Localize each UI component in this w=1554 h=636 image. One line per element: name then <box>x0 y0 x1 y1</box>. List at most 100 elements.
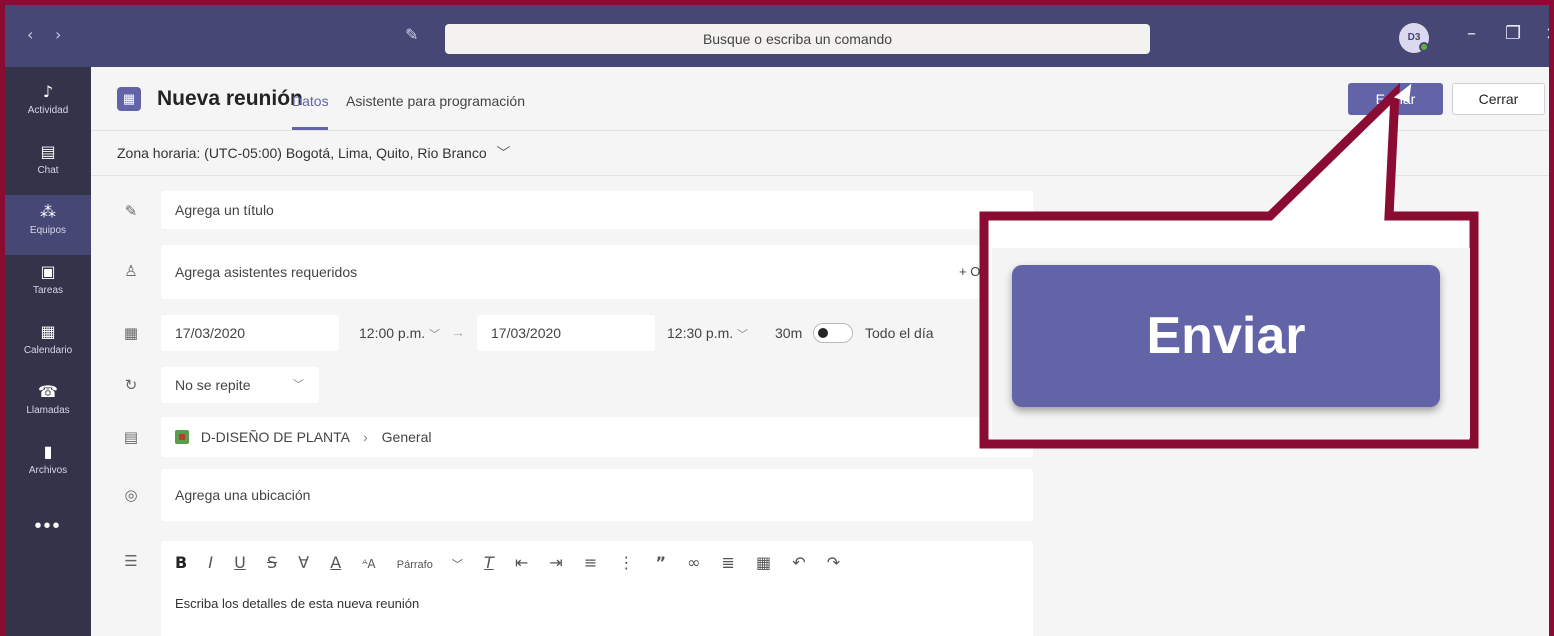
details-icon: ☰ <box>124 552 138 570</box>
add-person-icon: ♙ <box>124 262 138 280</box>
channel-select[interactable]: D-DISEÑO DE PLANTA › General <box>161 417 1033 457</box>
pencil-icon: ✎ <box>124 202 138 220</box>
page-title: Nueva reunión <box>157 87 303 110</box>
bell-icon: ♪ <box>42 82 54 101</box>
indent-icon[interactable]: ⇥ <box>549 553 562 572</box>
link-icon[interactable]: ∞ <box>687 553 700 572</box>
rail-item-files[interactable]: ▮ Archivos <box>5 435 91 495</box>
presence-status-icon <box>1419 42 1429 52</box>
attendees-placeholder: Agrega asistentes requeridos <box>175 264 358 280</box>
highlight-icon[interactable]: ∀ <box>298 553 309 572</box>
start-time-select[interactable]: 12:00 p.m. ﹀ <box>359 325 440 342</box>
details-placeholder: Escriba los detalles de esta nueva reuni… <box>175 596 420 611</box>
search-input[interactable]: Busque o escriba un comando <box>445 24 1150 54</box>
location-icon: ◎ <box>124 486 138 504</box>
title-bar: ‹ › ✎ Busque o escriba un comando D3 – ❐… <box>5 5 1549 67</box>
toggle-knob <box>818 328 828 338</box>
rail-item-activity[interactable]: ♪ Actividad <box>5 75 91 135</box>
rail-item-calls[interactable]: ☎ Llamadas <box>5 375 91 435</box>
meeting-form-pane: ▦ Nueva reunión Datos Asistente para pro… <box>91 67 1549 636</box>
duration-label: 30m <box>775 325 803 341</box>
location-input[interactable]: Agrega una ubicación <box>161 469 1033 521</box>
rail-label: Llamadas <box>26 405 70 416</box>
chevron-down-icon: ﹀ <box>293 379 304 391</box>
paragraph-select[interactable]: Párrafo ﹀ <box>397 556 463 572</box>
font-size-icon[interactable]: ᴬA <box>362 557 375 571</box>
rail-item-calendar[interactable]: ▦ Calendario <box>5 315 91 375</box>
rail-item-teams[interactable]: ⁂ Equipos <box>5 195 91 255</box>
title-input[interactable]: Agrega un título <box>161 191 1033 229</box>
rail-label: Actividad <box>27 105 69 116</box>
chevron-down-icon: ﹀ <box>429 329 441 341</box>
strikethrough-icon[interactable]: S <box>267 553 277 572</box>
clear-format-icon[interactable]: T <box>484 553 494 572</box>
tab-scheduling-assistant[interactable]: Asistente para programación <box>346 93 525 109</box>
file-icon: ▮ <box>43 442 53 461</box>
chevron-down-icon: ﹀ <box>737 329 749 341</box>
calendar-icon: ▦ <box>40 322 56 341</box>
tasks-icon: ▣ <box>40 262 56 281</box>
meeting-header: ▦ Nueva reunión Datos Asistente para pro… <box>91 67 1549 131</box>
app-window: ‹ › ✎ Busque o escriba un comando D3 – ❐… <box>0 0 1554 636</box>
font-color-icon[interactable]: A <box>330 553 341 572</box>
repeat-value: No se repite <box>175 377 251 393</box>
all-day-toggle[interactable] <box>813 323 853 343</box>
send-button[interactable]: Enviar <box>1348 83 1443 115</box>
rail-label: Equipos <box>29 225 67 236</box>
all-day-label: Todo el día <box>865 325 934 341</box>
redo-icon[interactable]: ↷ <box>827 553 840 572</box>
rail-item-tasks[interactable]: ▣ Tareas <box>5 255 91 315</box>
underline-icon[interactable]: U <box>234 553 246 572</box>
tab-datos[interactable]: Datos <box>292 93 329 109</box>
paragraph-label: Párrafo <box>396 559 433 571</box>
table-icon[interactable]: ▦ <box>756 553 771 572</box>
more-apps-icon[interactable]: ••• <box>5 515 91 538</box>
timezone-select[interactable]: Zona horaria: (UTC-05:00) Bogotá, Lima, … <box>117 143 511 163</box>
quote-icon[interactable]: ” <box>655 553 666 572</box>
attendees-input[interactable]: Agrega asistentes requeridos + Op <box>161 245 1033 299</box>
calendar-icon: ▦ <box>123 324 139 342</box>
channel-icon: ▤ <box>123 428 139 446</box>
timezone-label: Zona horaria: (UTC-05:00) Bogotá, Lima, … <box>117 145 487 161</box>
optional-attendees-link[interactable]: + Op <box>959 245 988 299</box>
maximize-icon[interactable]: ❐ <box>1505 23 1521 44</box>
compose-icon[interactable]: ✎ <box>405 25 418 44</box>
rail-item-chat[interactable]: ▤ Chat <box>5 135 91 195</box>
horizontal-rule-icon[interactable]: ≣ <box>721 553 734 572</box>
meeting-icon: ▦ <box>117 87 141 111</box>
repeat-icon: ↻ <box>124 376 138 394</box>
chat-icon: ▤ <box>40 142 56 161</box>
undo-icon[interactable]: ↶ <box>792 553 805 572</box>
close-window-icon[interactable]: × <box>1545 23 1549 44</box>
close-button[interactable]: Cerrar <box>1452 83 1545 115</box>
bold-icon[interactable]: B <box>175 553 187 572</box>
chevron-right-icon: › <box>363 429 368 445</box>
details-editor[interactable]: B I U S ∀ A ᴬA Párrafo ﹀ T ⇤ ⇥ ≡ ⋮ ” ∞ ≣… <box>161 541 1033 636</box>
divider <box>91 175 1549 176</box>
rail-label: Chat <box>37 165 59 176</box>
minimize-icon[interactable]: – <box>1467 23 1476 44</box>
channel-name: General <box>381 429 432 445</box>
rail-label: Archivos <box>28 465 68 476</box>
team-avatar-icon <box>175 430 189 444</box>
arrow-right-icon: → <box>451 324 465 340</box>
phone-icon: ☎ <box>38 382 58 401</box>
active-tab-indicator <box>292 127 328 130</box>
end-date-field[interactable]: 17/03/2020 <box>477 315 655 351</box>
chevron-down-icon: ﹀ <box>496 145 511 161</box>
forward-arrow-icon[interactable]: › <box>55 25 61 44</box>
back-arrow-icon[interactable]: ‹ <box>27 25 33 44</box>
outdent-icon[interactable]: ⇤ <box>515 553 528 572</box>
app-rail: ♪ Actividad ▤ Chat ⁂ Equipos ▣ Tareas ▦ … <box>5 67 91 636</box>
rail-label: Tareas <box>32 285 63 296</box>
channel-team: D-DISEÑO DE PLANTA <box>200 429 350 445</box>
end-time-select[interactable]: 12:30 p.m. ﹀ <box>667 325 748 342</box>
repeat-select[interactable]: No se repite ﹀ <box>161 367 319 403</box>
numbered-list-icon[interactable]: ⋮ <box>618 553 634 572</box>
bullet-list-icon[interactable]: ≡ <box>584 553 597 572</box>
end-time-value: 12:30 p.m. <box>667 325 734 341</box>
italic-icon[interactable]: I <box>208 553 213 572</box>
teams-icon: ⁂ <box>40 202 56 221</box>
start-date-field[interactable]: 17/03/2020 <box>161 315 339 351</box>
rail-label: Calendario <box>23 345 73 356</box>
